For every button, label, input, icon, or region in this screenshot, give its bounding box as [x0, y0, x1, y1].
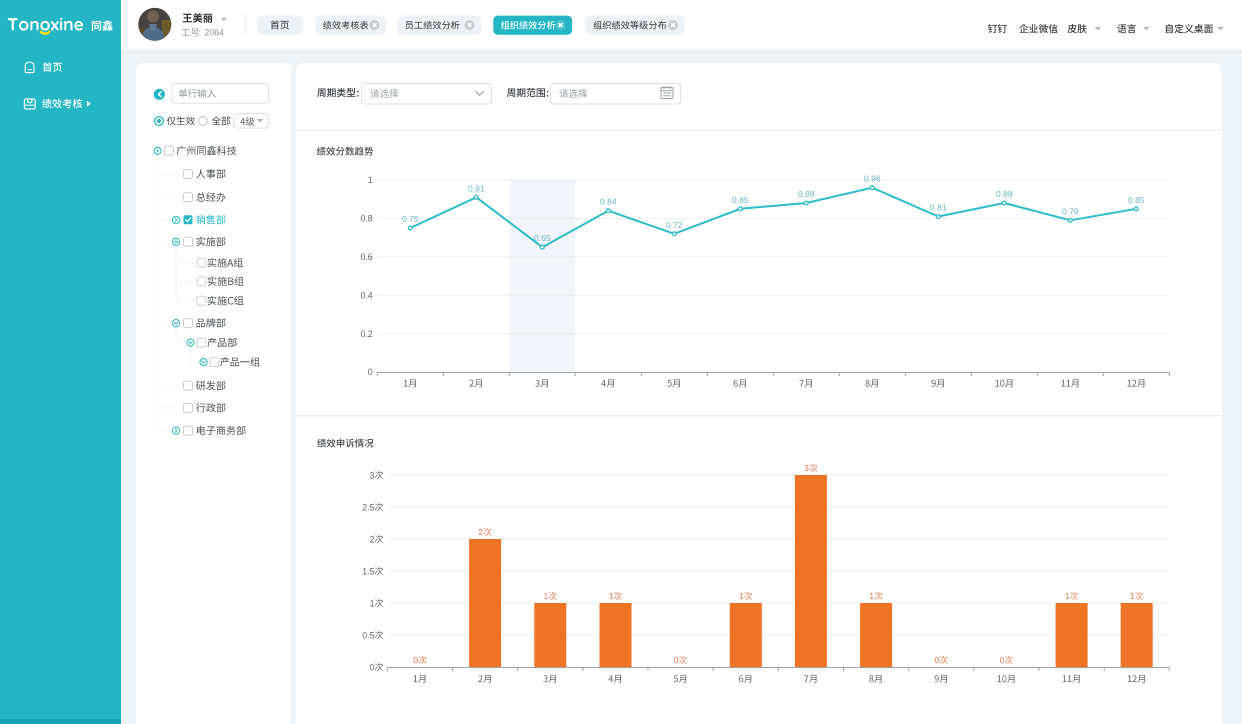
- svg-text:1.5: 1.5: [362, 566, 374, 576]
- svg-text::: :: [356, 88, 359, 99]
- svg-text:0: 0: [413, 655, 418, 665]
- svg-text:0.96: 0.96: [864, 174, 881, 184]
- svg-text::: :: [198, 28, 201, 38]
- svg-text:0.72: 0.72: [666, 220, 683, 230]
- svg-text:1: 1: [869, 591, 874, 601]
- svg-text:1: 1: [1065, 591, 1070, 601]
- svg-text:3: 3: [804, 463, 809, 473]
- svg-text:0.8: 0.8: [360, 214, 372, 224]
- svg-text:0.85: 0.85: [732, 195, 749, 205]
- svg-text:2064: 2064: [204, 28, 224, 38]
- svg-text:1: 1: [370, 598, 375, 608]
- svg-text::: :: [546, 88, 549, 99]
- svg-text:0.85: 0.85: [1128, 195, 1145, 205]
- svg-text:0: 0: [935, 655, 940, 665]
- svg-text:1: 1: [739, 591, 744, 601]
- svg-text:0.81: 0.81: [930, 203, 947, 213]
- svg-text:2: 2: [478, 527, 483, 537]
- svg-text:1: 1: [544, 591, 549, 601]
- svg-text:0.79: 0.79: [1062, 206, 1079, 216]
- svg-text:0: 0: [370, 662, 375, 672]
- svg-text:0.91: 0.91: [468, 183, 485, 193]
- svg-text:0.4: 0.4: [360, 290, 372, 300]
- svg-text:3: 3: [370, 470, 375, 480]
- svg-text:0: 0: [674, 655, 679, 665]
- svg-text:2.5: 2.5: [362, 502, 374, 512]
- svg-text:0.75: 0.75: [402, 214, 419, 224]
- svg-text:1: 1: [368, 175, 373, 185]
- svg-text:0.88: 0.88: [798, 189, 815, 199]
- svg-text:0.88: 0.88: [996, 189, 1013, 199]
- svg-text:1: 1: [609, 591, 614, 601]
- svg-text:0.5: 0.5: [362, 630, 374, 640]
- svg-text:0: 0: [368, 367, 373, 377]
- svg-text:0.2: 0.2: [360, 329, 372, 339]
- svg-text:0.84: 0.84: [600, 197, 617, 207]
- svg-text:0: 0: [1000, 655, 1005, 665]
- svg-text:0.65: 0.65: [534, 233, 551, 243]
- svg-text:1: 1: [1130, 591, 1135, 601]
- svg-text:0.6: 0.6: [360, 252, 372, 262]
- svg-text:2: 2: [370, 534, 375, 544]
